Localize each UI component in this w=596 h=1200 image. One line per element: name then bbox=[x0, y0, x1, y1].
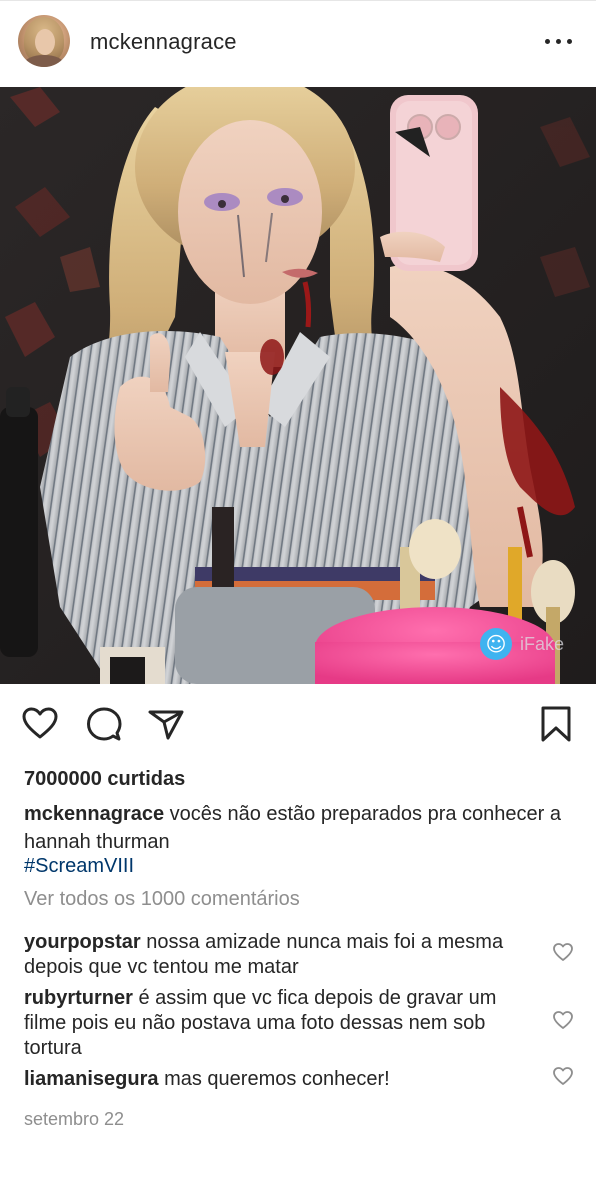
comment-username[interactable]: yourpopstar bbox=[24, 931, 141, 953]
post-header: mckennagrace bbox=[0, 0, 596, 84]
comment-username[interactable]: liamanisegura bbox=[24, 1068, 159, 1090]
paper-plane-icon[interactable] bbox=[146, 704, 186, 744]
more-options-icon[interactable] bbox=[540, 30, 576, 54]
comment-item: liamanisegura mas queremos conhecer! bbox=[24, 1067, 534, 1092]
small-heart-icon[interactable] bbox=[552, 1009, 574, 1031]
comment-text: mas queremos conhecer! bbox=[164, 1068, 390, 1090]
caption-username[interactable]: mckennagrace bbox=[24, 803, 164, 825]
post-actions bbox=[0, 700, 596, 748]
watermark: ☺ iFake bbox=[480, 628, 564, 660]
post-username[interactable]: mckennagrace bbox=[90, 29, 237, 55]
view-all-comments-link[interactable]: Ver todos os 1000 comentários bbox=[24, 888, 300, 911]
comment-bubble-icon[interactable] bbox=[84, 704, 124, 744]
post-photo[interactable] bbox=[0, 87, 596, 684]
small-heart-icon[interactable] bbox=[552, 1065, 574, 1087]
post-date: setembro 22 bbox=[24, 1109, 125, 1129]
small-heart-icon[interactable] bbox=[552, 941, 574, 963]
watermark-icon: ☺ bbox=[480, 628, 512, 660]
heart-icon[interactable] bbox=[20, 704, 60, 744]
likes-count[interactable]: 7000000 curtidas bbox=[24, 768, 185, 791]
comment-item: rubyrturner é assim que vc fica depois d… bbox=[24, 986, 534, 1061]
caption: mckennagrace vocês não estão preparados … bbox=[24, 800, 564, 856]
hashtag-link[interactable]: #ScreamVIII bbox=[24, 855, 134, 878]
comment-username[interactable]: rubyrturner bbox=[24, 987, 133, 1009]
avatar[interactable] bbox=[18, 15, 70, 67]
comment-item: yourpopstar nossa amizade nunca mais foi… bbox=[24, 930, 534, 980]
bookmark-icon[interactable] bbox=[536, 704, 576, 744]
